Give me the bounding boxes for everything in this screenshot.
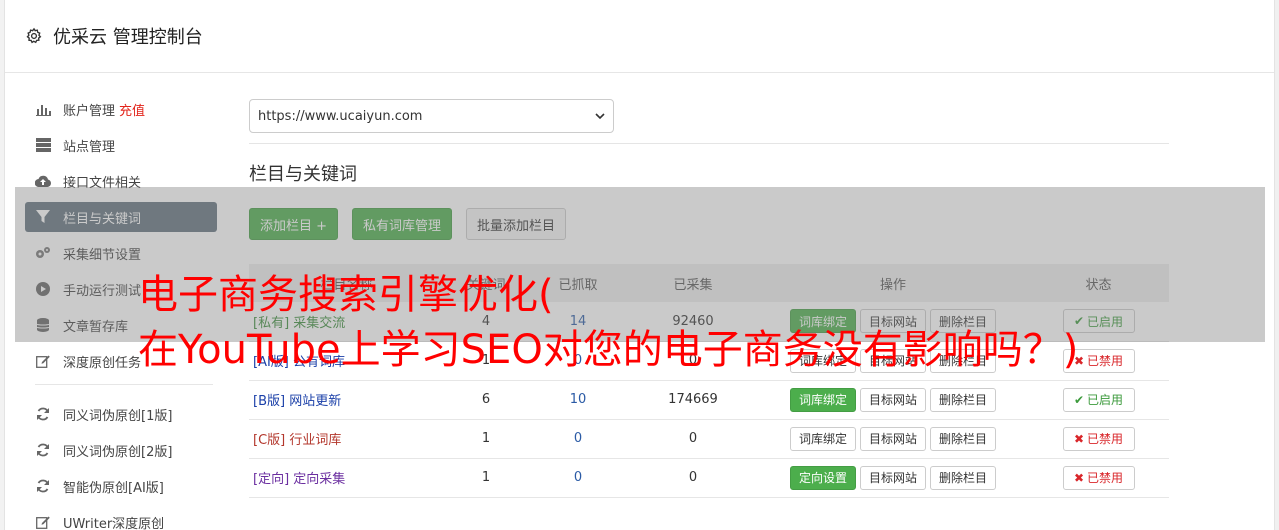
sidebar-item-label: 同义词伪原创[2版] (63, 444, 173, 460)
collected-count: 174669 (628, 380, 758, 420)
refresh-icon (35, 442, 51, 458)
section-title: 栏目与关键词 (249, 164, 357, 185)
sidebar-item[interactable]: 站点管理 (25, 130, 217, 160)
server-icon (35, 137, 51, 153)
edit-icon (35, 353, 51, 369)
scrollbar[interactable] (1275, 0, 1279, 530)
bind-lib-button[interactable]: 词库绑定 (789, 387, 856, 412)
sidebar-item[interactable]: 同义词伪原创[2版] (25, 435, 217, 465)
column-name-link[interactable]: [B版] 网站更新 (253, 394, 341, 409)
refresh-icon (35, 406, 51, 422)
recharge-link[interactable]: 充值 (119, 100, 145, 119)
bar-chart-icon (35, 101, 51, 117)
sidebar-item-label: 深度原创任务 (63, 355, 142, 371)
table-row: [C版] 行业词库 1 0 0 词库绑定 目标网站 删除栏目 ✖ 已禁用 (249, 419, 1169, 459)
overlay-line-1: 电子商务搜索引擎优化( (138, 272, 554, 318)
status-toggle[interactable]: ✔ 已启用 (1062, 387, 1135, 412)
site-select[interactable]: https://www.ucaiyun.com (249, 99, 614, 133)
overlay-line-2: 在YouTube上学习SEO对您的电子商务没有影响吗？) (138, 327, 1079, 373)
page-title: 优采云 管理控制台 (53, 27, 203, 48)
column-name-link[interactable]: [C版] 行业词库 (253, 433, 341, 448)
panel-header: 优采云 管理控制台 (5, 0, 1274, 73)
bind-lib-button[interactable]: 定向设置 (789, 465, 856, 490)
sidebar-item-label: 同义词伪原创[1版] (63, 408, 173, 424)
grab-count[interactable]: 10 (570, 392, 587, 407)
sidebar-item-label: 站点管理 (63, 139, 116, 155)
edit-icon (35, 514, 51, 530)
table-row: [定向] 定向采集 1 0 0 定向设置 目标网站 删除栏目 ✖ 已禁用 (249, 458, 1169, 498)
table-row: [B版] 网站更新 6 10 174669 词库绑定 目标网站 删除栏目 ✔ 已启用 (249, 380, 1169, 420)
delete-column-button[interactable]: 删除栏目 (930, 465, 997, 490)
sidebar-item-label: UWriter深度原创 (63, 516, 165, 530)
sidebar-item[interactable]: 智能伪原创[AI版] (25, 471, 217, 501)
sidebar-item[interactable]: 账户管理 充值 (25, 94, 217, 124)
target-site-button[interactable]: 目标网站 (859, 465, 926, 490)
collected-count: 0 (628, 458, 758, 498)
close-icon: ✖ (1073, 431, 1085, 446)
check-icon: ✔ (1073, 392, 1085, 407)
overlay-headline: 电子商务搜索引擎优化( 在YouTube上学习SEO对您的电子商务没有影响吗？) (138, 268, 1218, 378)
status-toggle[interactable]: ✖ 已禁用 (1062, 465, 1135, 490)
close-icon: ✖ (1073, 470, 1085, 485)
delete-column-button[interactable]: 删除栏目 (930, 387, 997, 412)
row-actions: 词库绑定 目标网站 删除栏目 (758, 380, 1028, 420)
sidebar-divider (35, 384, 213, 385)
chevron-down-icon (595, 113, 605, 120)
row-actions: 词库绑定 目标网站 删除栏目 (758, 419, 1028, 459)
status-label: 已启用 (1087, 393, 1124, 407)
grab-count[interactable]: 0 (574, 470, 582, 485)
sidebar-item[interactable]: UWriter深度原创 (25, 507, 217, 530)
status-label: 已禁用 (1087, 432, 1124, 446)
status-toggle[interactable]: ✖ 已禁用 (1062, 426, 1135, 451)
site-select-value: https://www.ucaiyun.com (258, 108, 423, 124)
target-site-button[interactable]: 目标网站 (859, 387, 926, 412)
gear-icon (26, 27, 42, 44)
keyword-count: 1 (444, 419, 528, 459)
divider (249, 143, 1169, 144)
refresh-icon (35, 478, 51, 494)
keyword-count: 6 (444, 380, 528, 420)
keyword-count: 1 (444, 458, 528, 498)
sidebar-item[interactable]: 同义词伪原创[1版] (25, 399, 217, 429)
delete-column-button[interactable]: 删除栏目 (930, 426, 997, 451)
sidebar-item-label: 账户管理 (63, 103, 116, 119)
grab-count[interactable]: 0 (574, 431, 582, 446)
column-name-link[interactable]: [定向] 定向采集 (253, 472, 345, 487)
bind-lib-button[interactable]: 词库绑定 (789, 426, 856, 451)
sidebar-item-label: 智能伪原创[AI版] (63, 480, 164, 496)
target-site-button[interactable]: 目标网站 (859, 426, 926, 451)
status-label: 已禁用 (1087, 471, 1124, 485)
row-actions: 定向设置 目标网站 删除栏目 (758, 458, 1028, 498)
collected-count: 0 (628, 419, 758, 459)
